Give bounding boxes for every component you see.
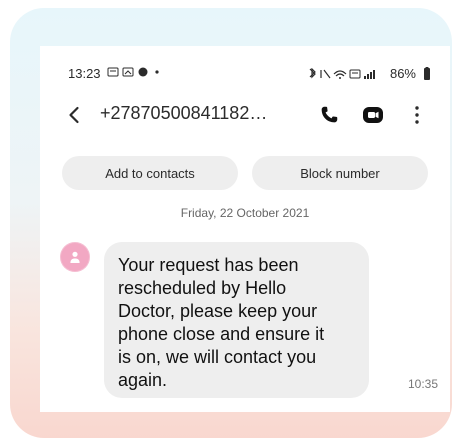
- video-call-button[interactable]: [360, 102, 386, 128]
- message-bubble[interactable]: Your request has been rescheduled by Hel…: [104, 242, 369, 398]
- message-row: Your request has been rescheduled by Hel…: [60, 242, 440, 412]
- add-to-contacts-button[interactable]: Add to contacts: [62, 156, 238, 190]
- status-time: 13:23: [68, 66, 101, 81]
- call-button[interactable]: [316, 102, 342, 128]
- message-text: Your request has been rescheduled by Hel…: [118, 255, 325, 390]
- back-chevron-icon: [69, 106, 79, 124]
- status-icons-right: [309, 67, 375, 79]
- message-time: 10:35: [408, 377, 439, 391]
- conversation-header: +27870500841182…: [64, 100, 430, 130]
- back-button[interactable]: [64, 101, 86, 129]
- avatar[interactable]: [60, 242, 90, 272]
- header-actions: [316, 102, 430, 128]
- phone-screenshot: 13:23 86% +27870500841182… Add to contac…: [40, 46, 450, 412]
- conversation-date: Friday, 22 October 2021: [180, 206, 310, 220]
- status-bar: 13:23 86%: [68, 64, 432, 84]
- block-number-button[interactable]: Block number: [252, 156, 428, 190]
- contact-actions: Add to contacts Block number: [62, 156, 428, 190]
- notification-icons: [107, 66, 165, 81]
- phone-icon: [321, 106, 338, 123]
- more-vertical-icon: [415, 106, 419, 124]
- more-options-button[interactable]: [404, 102, 430, 128]
- battery-icon: [424, 66, 430, 80]
- battery-percent: 86%: [389, 66, 416, 81]
- status-right: 86%: [306, 66, 432, 81]
- status-icons-left: [107, 67, 159, 77]
- status-left: 13:23: [68, 66, 165, 81]
- contact-phone-number[interactable]: +27870500841182…: [100, 103, 267, 124]
- person-icon: [70, 251, 80, 263]
- video-icon: [363, 107, 383, 123]
